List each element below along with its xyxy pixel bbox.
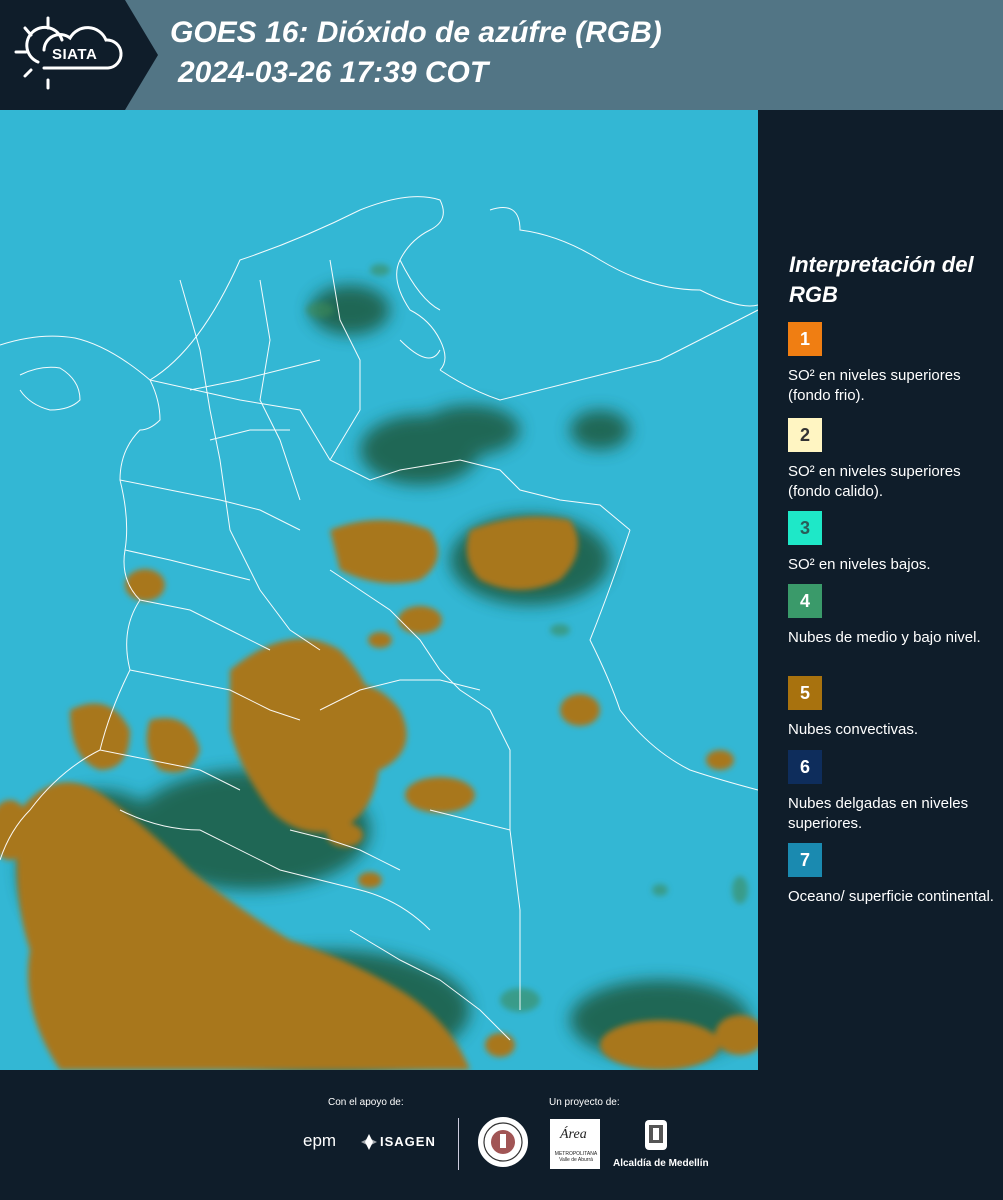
legend-item-1: 1 SO² en niveles superiores (fondo frio)… [788, 322, 998, 406]
legend-swatch-4: 4 [788, 584, 822, 618]
legend-item-2: 2 SO² en niveles superiores (fondo calid… [788, 418, 998, 502]
legend-text-7: Oceano/ superficie continental. [788, 888, 994, 905]
legend-swatch-5: 5 [788, 676, 822, 710]
logo-text: SIATA [52, 46, 98, 63]
isagen-icon [361, 1134, 377, 1150]
area-logo-text: Área [560, 1127, 587, 1142]
siata-logo: SIATA [0, 0, 158, 110]
alcaldia-crest-icon [645, 1120, 667, 1150]
legend-text-1: SO² en niveles superiores (fondo frio). [788, 367, 961, 404]
legend-text-4: Nubes de medio y bajo nivel. [788, 629, 981, 646]
legend-item-3: 3 SO² en niveles bajos. [788, 511, 998, 575]
seal-icon [483, 1122, 523, 1162]
legend-item-6: 6 Nubes delgadas en niveles superiores. [788, 750, 998, 834]
legend-swatch-2: 2 [788, 418, 822, 452]
legend-text-3: SO² en niveles bajos. [788, 556, 931, 573]
legend-swatch-6: 6 [788, 750, 822, 784]
legend-text-5: Nubes convectivas. [788, 721, 919, 738]
medellin-seal [478, 1117, 528, 1167]
footer-divider [458, 1118, 459, 1170]
legend-swatch-7: 7 [788, 843, 822, 877]
legend-swatch-1: 1 [788, 322, 822, 356]
legend-item-4: 4 Nubes de medio y bajo nivel. [788, 584, 998, 648]
alcaldia-label: Alcaldía de Medellín [613, 1158, 709, 1169]
area-metropolitana-logo: Área METROPOLITANA Valle de Aburrá [550, 1119, 600, 1169]
legend-swatch-3: 3 [788, 511, 822, 545]
project-label: Un proyecto de: [549, 1097, 620, 1108]
legend-text-2: SO² en niveles superiores (fondo calido)… [788, 463, 961, 500]
satellite-map [0, 110, 758, 1070]
area-logo-sub: METROPOLITANA Valle de Aburrá [554, 1151, 598, 1163]
header-bar: SIATA GOES 16: Dióxido de azúfre (RGB) 2… [0, 0, 1003, 110]
isagen-logo: ISAGEN [380, 1134, 436, 1149]
rgb-satellite-image [0, 110, 758, 1070]
support-label: Con el apoyo de: [328, 1097, 404, 1108]
legend-title: Interpretación del RGB [789, 252, 974, 307]
legend-item-5: 5 Nubes convectivas. [788, 676, 998, 740]
timestamp: 2024-03-26 17:39 COT [178, 56, 489, 89]
page-title: GOES 16: Dióxido de azúfre (RGB) [170, 16, 662, 49]
legend-item-7: 7 Oceano/ superficie continental. [788, 843, 998, 907]
epm-logo: epm [303, 1131, 337, 1150]
legend-text-6: Nubes delgadas en niveles superiores. [788, 795, 969, 832]
